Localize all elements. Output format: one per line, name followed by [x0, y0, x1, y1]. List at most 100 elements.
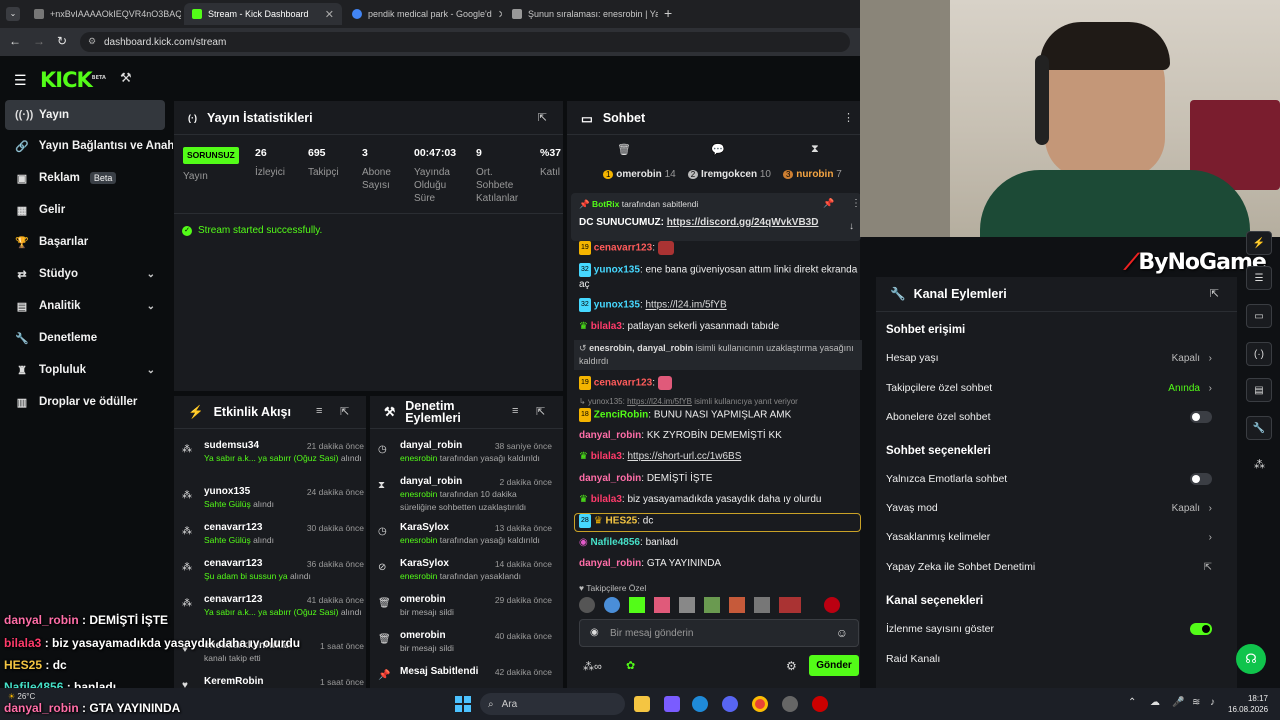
reply-link[interactable]: https://l24.im/5fYB: [627, 397, 692, 406]
pinned-link[interactable]: https://discord.gg/24qWvkVB3D: [667, 217, 819, 228]
trash-icon[interactable]: 🗑: [617, 143, 631, 156]
mod-user[interactable]: danyal_robin: [400, 476, 462, 487]
filter-icon[interactable]: ≡: [316, 405, 322, 417]
chat-username[interactable]: danyal_robin: [579, 430, 641, 441]
mod-user[interactable]: KaraSylox: [400, 522, 449, 533]
chat-username[interactable]: danyal_robin: [579, 558, 641, 569]
chat-username[interactable]: bilala3: [591, 321, 622, 332]
sidebar-item-yayin[interactable]: ((·)) Yayın: [5, 100, 165, 130]
opera-icon[interactable]: [812, 696, 828, 712]
setting-banned-words[interactable]: Yasaklanmış kelimeler ›: [886, 527, 1226, 547]
chevron-up-icon[interactable]: ⌃: [1128, 697, 1136, 708]
mod-user[interactable]: KaraSylox: [400, 558, 449, 569]
browser-tab-1[interactable]: +nxBvIAAAAOkIEQVR4nO3BAQ✕: [26, 3, 181, 25]
popout-icon[interactable]: ⇱: [1210, 287, 1219, 300]
chat-username[interactable]: yunox135: [594, 265, 640, 276]
popout-icon[interactable]: ⇱: [536, 405, 545, 418]
mod-user[interactable]: omerobin: [400, 630, 446, 641]
expand-icon[interactable]: ↓: [849, 221, 854, 232]
forward-icon[interactable]: →: [33, 34, 45, 48]
unpin-icon[interactable]: 📌: [823, 198, 834, 209]
browser-tab-4[interactable]: Şunun sıralaması: enesrobin | Ya✕: [504, 3, 658, 25]
chat-username[interactable]: HES25: [606, 516, 638, 527]
emote-icon[interactable]: [579, 597, 595, 613]
chat-input[interactable]: ◉ Bir mesaj gönderin ☺: [579, 619, 859, 647]
event-user[interactable]: KeremRobin: [204, 676, 263, 687]
sidebar-item-topluluk[interactable]: ♜ Topluluk ⌄: [5, 355, 165, 385]
hourglass-icon[interactable]: ⧗: [811, 143, 819, 156]
event-user[interactable]: yunox135: [204, 486, 250, 497]
reload-icon[interactable]: ↻: [57, 34, 67, 48]
chat-username[interactable]: yunox135: [594, 300, 640, 311]
emote-icon[interactable]: [604, 597, 620, 613]
sidebar-item-stream-key[interactable]: 🔗 Yayın Bağlantısı ve Anahtar: [5, 131, 173, 161]
setting-ai-moderation[interactable]: Yapay Zeka ile Sohbet Denetimi ⇱: [886, 557, 1226, 577]
emote-icon[interactable]: [824, 597, 840, 613]
browser-tab-3[interactable]: pendik medical park - Google'd ✕: [344, 3, 502, 25]
kick-logo[interactable]: KICKBETA: [40, 68, 106, 92]
setting-followers-only[interactable]: Takipçilere özel sohbet Anında ›: [886, 378, 1226, 398]
popout-icon[interactable]: ⇱: [538, 111, 547, 124]
emote-icon[interactable]: [779, 597, 801, 613]
chat-link[interactable]: https://l24.im/5fYB: [646, 300, 727, 311]
event-user[interactable]: cenavarr123: [204, 558, 262, 569]
mod-user[interactable]: omerobin: [400, 594, 446, 605]
emote-icon[interactable]: [729, 597, 745, 613]
community-icon[interactable]: ⁂: [1254, 458, 1265, 471]
toggle-switch[interactable]: [1190, 473, 1212, 485]
mic-icon[interactable]: 🎤: [1172, 697, 1184, 708]
sidebar-item-basarilar[interactable]: 🏆 Başarılar: [5, 227, 165, 257]
site-info-icon[interactable]: ⚙: [88, 36, 96, 47]
gear-icon[interactable]: ⚙: [786, 659, 797, 673]
sidebar-item-studyo[interactable]: ⇄ Stüdyo ⌄: [5, 259, 165, 289]
sidebar-item-droplar[interactable]: ▥ Droplar ve ödüller: [5, 387, 165, 417]
chat-username[interactable]: danyal_robin: [579, 473, 641, 484]
menu-icon[interactable]: ☰: [14, 72, 27, 89]
quick-action-list[interactable]: ☰: [1246, 266, 1272, 290]
quick-action-chat[interactable]: ▭: [1246, 304, 1272, 328]
more-icon[interactable]: ⋮: [843, 111, 854, 124]
quick-action-stream[interactable]: (·): [1246, 342, 1272, 366]
event-user[interactable]: cenavarr123: [204, 594, 262, 605]
wifi-icon[interactable]: ≋: [1192, 697, 1200, 708]
edge-icon[interactable]: [692, 696, 708, 712]
cloud-icon[interactable]: ☁: [1150, 697, 1160, 708]
chat-username[interactable]: cenavarr123: [594, 243, 652, 254]
chat-link[interactable]: https://short-url.cc/1w6BS: [627, 451, 741, 462]
chat-username[interactable]: Nafile4856: [591, 537, 640, 548]
app-icon[interactable]: [782, 696, 798, 712]
bot-icon[interactable]: ✿: [626, 659, 635, 672]
filter-icon[interactable]: ≡: [512, 405, 518, 417]
chat-bubble-icon[interactable]: 💬: [711, 143, 725, 156]
toggle-switch[interactable]: [1190, 623, 1212, 635]
setting-account-age[interactable]: Hesap yaşı Kapalı ›: [886, 348, 1226, 368]
close-icon[interactable]: ✕: [325, 8, 334, 21]
sidebar-item-analitik[interactable]: ▤ Analitik ⌄: [5, 291, 165, 321]
back-icon[interactable]: ←: [9, 34, 21, 48]
chat-username[interactable]: bilala3: [591, 494, 622, 505]
app-icon[interactable]: [664, 696, 680, 712]
sidebar-item-denetleme[interactable]: 🔧 Denetleme: [5, 323, 165, 353]
support-button[interactable]: ☊: [1236, 644, 1266, 674]
hammer-icon[interactable]: ⚒: [120, 70, 132, 86]
top-chatter[interactable]: 2 Iremgokcen 10: [687, 169, 771, 180]
taskbar-search[interactable]: ⌕ Ara: [480, 693, 625, 715]
close-icon[interactable]: ✕: [498, 8, 502, 21]
url-input[interactable]: ⚙ dashboard.kick.com/stream: [80, 32, 850, 52]
sidebar-item-reklam[interactable]: ▣ Reklam Beta: [5, 163, 165, 193]
chat-username[interactable]: ZenciRobin: [594, 410, 648, 421]
windows-start-icon[interactable]: [455, 696, 471, 712]
emote-icon[interactable]: [679, 597, 695, 613]
mod-user[interactable]: danyal_robin: [400, 440, 462, 451]
points-icon[interactable]: ⁂∞: [583, 660, 602, 673]
setting-raid-channel[interactable]: Raid Kanalı: [886, 649, 1226, 669]
popout-icon[interactable]: ⇱: [340, 405, 349, 418]
event-user[interactable]: sudemsu34: [204, 440, 259, 451]
setting-slow-mode[interactable]: Yavaş mod Kapalı ›: [886, 498, 1226, 518]
top-chatter[interactable]: 1 omerobin 14: [603, 169, 676, 180]
emote-icon[interactable]: [704, 597, 720, 613]
chrome-icon[interactable]: [752, 696, 768, 712]
chat-username[interactable]: bilala3: [591, 451, 622, 462]
discord-icon[interactable]: [722, 696, 738, 712]
event-user[interactable]: cenavarr123: [204, 522, 262, 533]
